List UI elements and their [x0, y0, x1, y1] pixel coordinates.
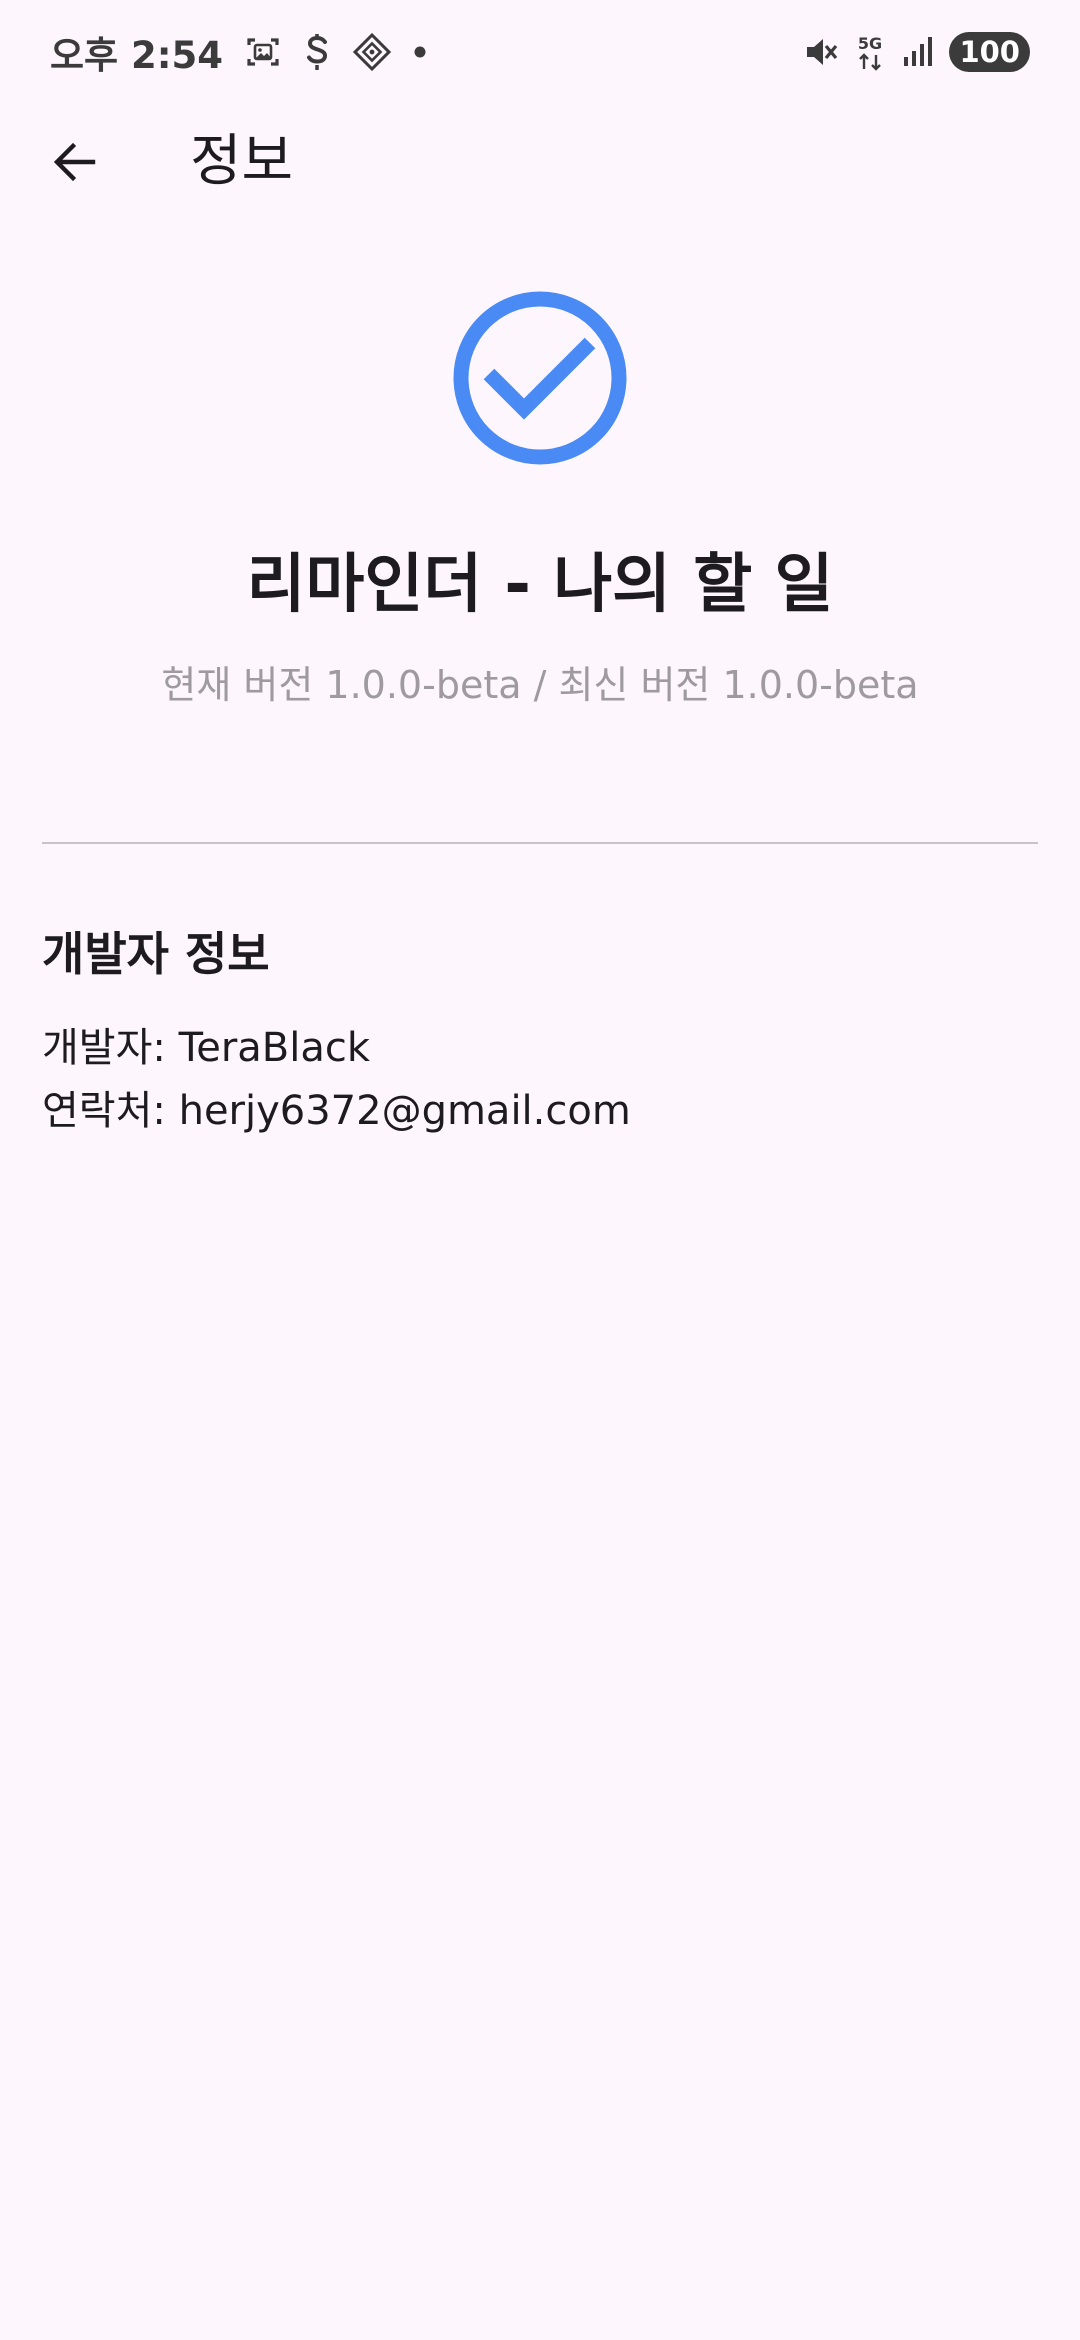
dot-icon — [413, 45, 427, 59]
back-button[interactable] — [36, 124, 112, 200]
mute-icon — [803, 34, 839, 70]
divider — [42, 842, 1038, 844]
about-screen: 오후 2:54 5G 100 정보 리마인더 - 나의 할 일 현재 버전 1.… — [0, 0, 1080, 2340]
status-left: 오후 2:54 — [50, 25, 427, 79]
screenshot-icon — [245, 34, 281, 70]
developer-section-title: 개발자 정보 — [42, 927, 270, 981]
developer-contact: 연락처: herjy6372@gmail.com — [42, 1088, 631, 1134]
page-title: 정보 — [190, 129, 294, 194]
version-info: 현재 버전 1.0.0-beta / 최신 버전 1.0.0-beta — [161, 663, 919, 707]
top-app-bar: 정보 — [0, 104, 1080, 216]
network-label: 5G — [858, 34, 882, 53]
developer-name: 개발자: TeraBlack — [42, 1025, 371, 1071]
s-app-icon — [303, 33, 331, 71]
arrow-back-icon — [53, 142, 96, 182]
status-time: 오후 2:54 — [50, 34, 223, 77]
5g-icon: 5G — [853, 32, 887, 72]
app-name: 리마인더 - 나의 할 일 — [246, 548, 834, 622]
check-circle-icon — [453, 291, 627, 465]
battery-icon: 100 — [949, 32, 1030, 72]
status-bar: 오후 2:54 5G 100 — [0, 0, 1080, 104]
signal-icon — [901, 35, 935, 69]
status-right: 5G 100 — [803, 32, 1030, 72]
diamond-app-icon — [353, 33, 391, 71]
